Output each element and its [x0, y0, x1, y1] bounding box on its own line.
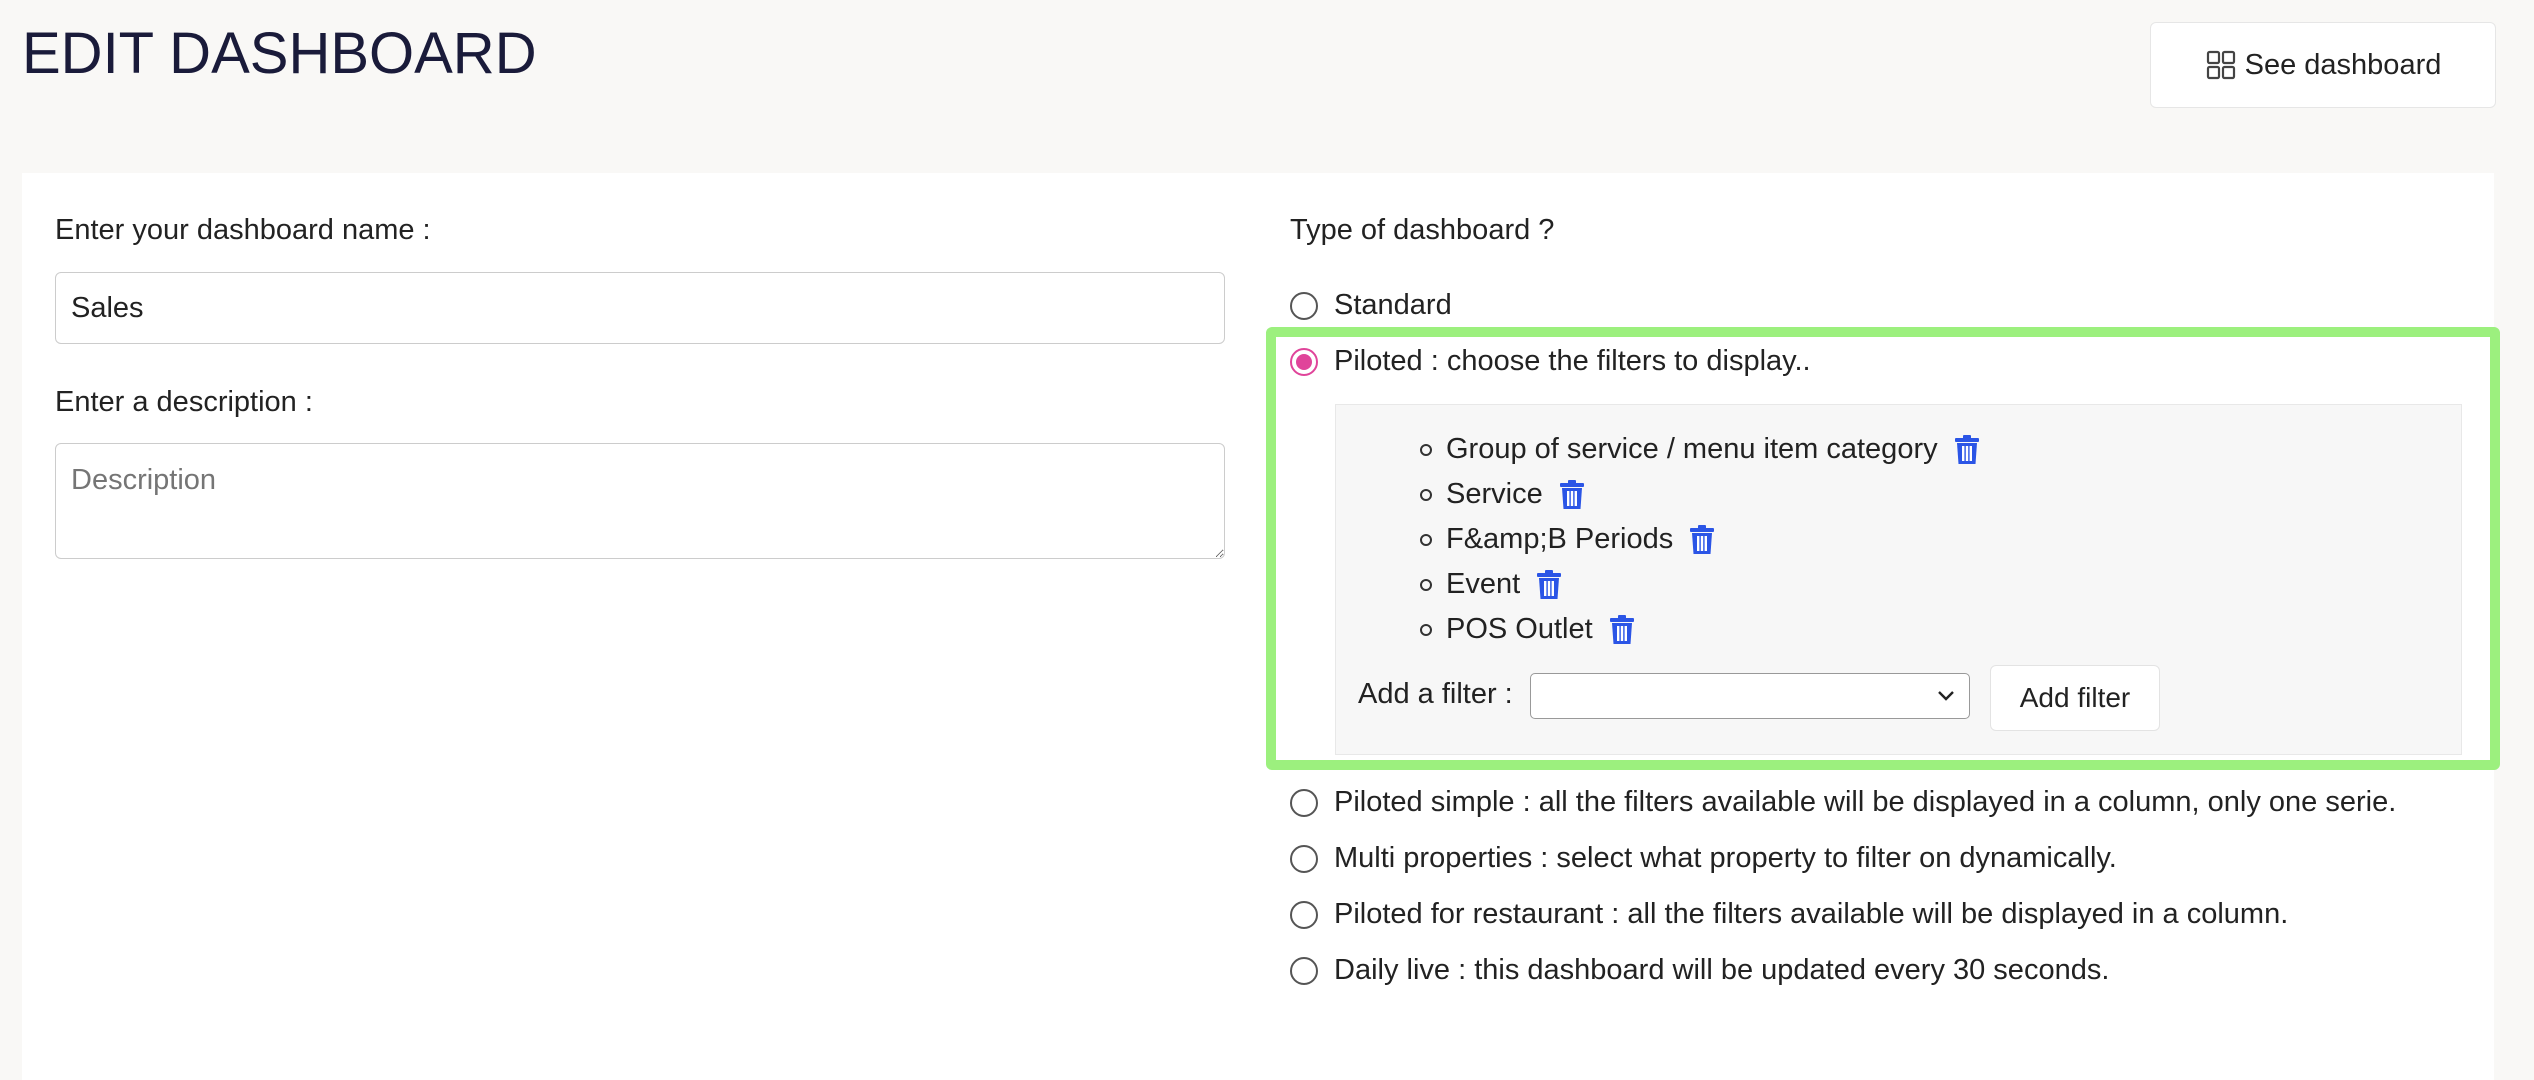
description-textarea[interactable]	[55, 443, 1225, 559]
bullet-icon	[1420, 488, 1432, 501]
bullet-icon	[1420, 623, 1432, 636]
type-option-label: Multi properties : select what property …	[1334, 842, 2117, 874]
filter-select[interactable]	[1530, 673, 1970, 719]
dashboard-type-label: Type of dashboard ?	[1290, 214, 1555, 246]
trash-icon[interactable]	[1559, 479, 1585, 510]
filter-item: Service	[1420, 478, 1585, 511]
type-option-standard[interactable]: Standard	[1290, 289, 1452, 322]
grid-icon	[2206, 50, 2235, 80]
filter-item: Group of service / menu item category	[1420, 433, 1980, 466]
type-option-label: Piloted for restaurant : all the filters…	[1334, 898, 2289, 930]
filter-item-label: Service	[1446, 478, 1543, 510]
radio-multi-properties[interactable]	[1290, 844, 1318, 873]
radio-piloted-restaurant[interactable]	[1290, 900, 1318, 929]
trash-icon[interactable]	[1954, 434, 1980, 465]
dashboard-name-input[interactable]	[55, 272, 1225, 344]
description-label: Enter a description :	[55, 386, 313, 418]
trash-icon[interactable]	[1536, 569, 1562, 600]
filter-item: POS Outlet	[1420, 613, 1635, 646]
bullet-icon	[1420, 443, 1432, 456]
add-filter-button[interactable]: Add filter	[1990, 665, 2160, 731]
add-filter-label: Add a filter :	[1358, 678, 1513, 710]
see-dashboard-label: See dashboard	[2244, 48, 2442, 81]
radio-daily-live[interactable]	[1290, 956, 1318, 985]
filter-item-label: POS Outlet	[1446, 613, 1593, 645]
type-option-label: Piloted simple : all the filters availab…	[1334, 786, 2397, 818]
see-dashboard-button[interactable]: See dashboard	[2150, 22, 2496, 108]
type-option-daily-live[interactable]: Daily live : this dashboard will be upda…	[1290, 954, 2109, 987]
filter-item: F&amp;B Periods	[1420, 523, 1715, 556]
radio-piloted-simple[interactable]	[1290, 788, 1318, 817]
filter-item-label: Group of service / menu item category	[1446, 433, 1938, 465]
trash-icon[interactable]	[1609, 614, 1635, 645]
radio-standard[interactable]	[1290, 291, 1318, 320]
filter-item-label: Event	[1446, 568, 1521, 600]
bullet-icon	[1420, 578, 1432, 591]
trash-icon[interactable]	[1689, 524, 1715, 555]
filter-item: Event	[1420, 568, 1562, 601]
type-option-label: Daily live : this dashboard will be upda…	[1334, 954, 2110, 986]
filter-item-label: F&amp;B Periods	[1446, 523, 1674, 555]
type-option-piloted-simple[interactable]: Piloted simple : all the filters availab…	[1290, 786, 2396, 819]
type-option-piloted-restaurant[interactable]: Piloted for restaurant : all the filters…	[1290, 898, 2288, 931]
page-title: EDIT DASHBOARD	[22, 21, 537, 86]
chevron-down-icon	[1938, 691, 1954, 701]
bullet-icon	[1420, 533, 1432, 546]
type-option-multi-properties[interactable]: Multi properties : select what property …	[1290, 842, 2117, 875]
dashboard-name-label: Enter your dashboard name :	[55, 214, 431, 246]
type-option-label: Standard	[1334, 289, 1452, 321]
